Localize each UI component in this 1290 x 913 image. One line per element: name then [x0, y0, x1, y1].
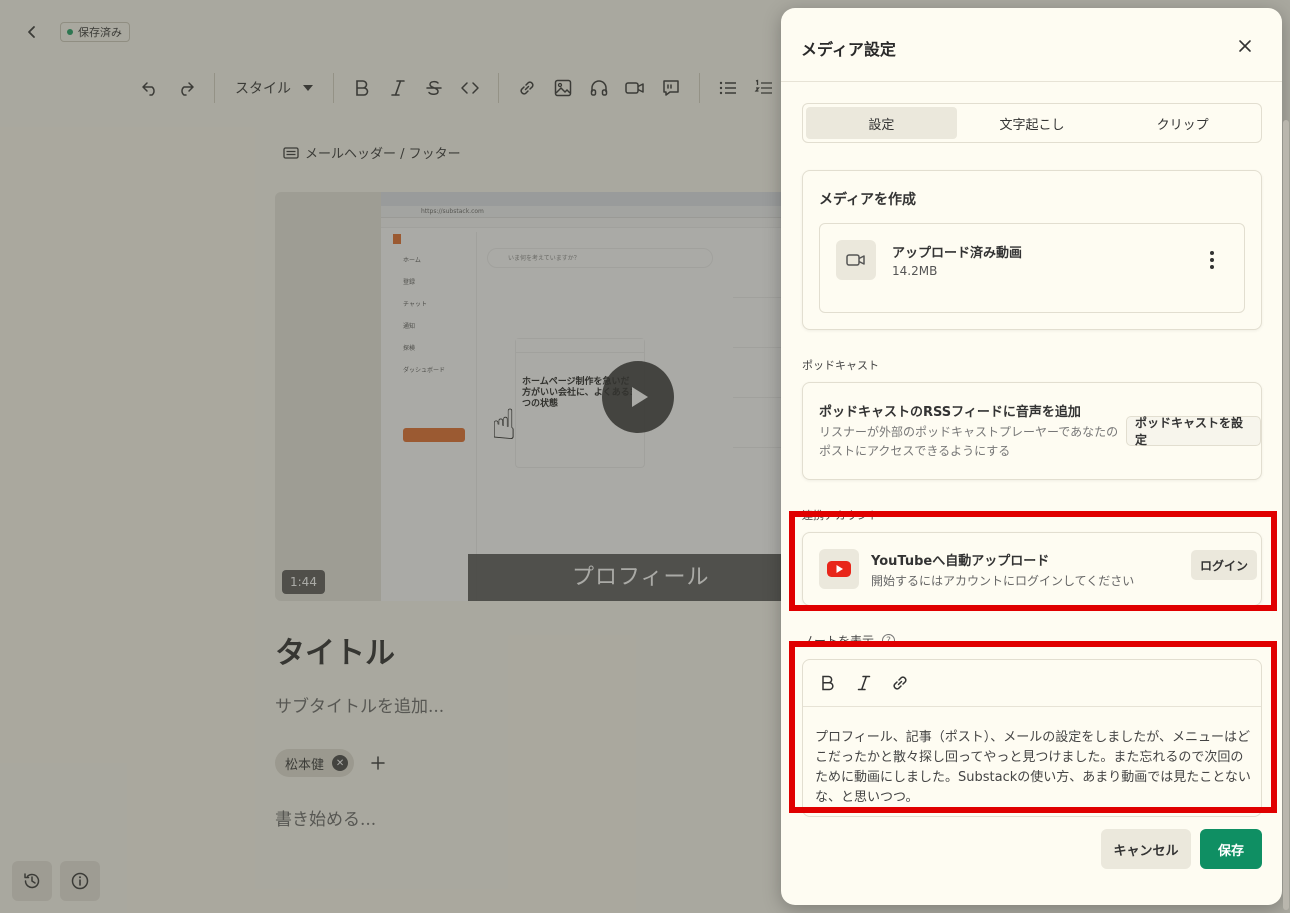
dialog-title: メディア設定 [801, 40, 896, 59]
save-button[interactable]: 保存 [1200, 829, 1262, 869]
cancel-button[interactable]: キャンセル [1101, 829, 1191, 869]
more-vertical-icon[interactable] [1202, 246, 1222, 274]
setup-podcast-button[interactable]: ポッドキャストを設定 [1126, 416, 1261, 447]
dialog-header: メディア設定 [781, 8, 1282, 82]
tab-clips[interactable]: クリップ [1107, 107, 1258, 139]
close-button[interactable] [1231, 32, 1259, 60]
file-size: 14.2MB [892, 264, 938, 278]
page-scrollbar[interactable] [1283, 120, 1289, 910]
podcast-card: ポッドキャストのRSSフィードに音声を追加 リスナーが外部のポッドキャストプレー… [802, 382, 1262, 480]
dialog-footer: キャンセル 保存 [781, 818, 1282, 905]
highlight-note-box [789, 641, 1277, 813]
media-tabs: 設定 文字起こし クリップ [802, 103, 1262, 143]
tab-transcript[interactable]: 文字起こし [957, 107, 1108, 139]
uploaded-file-item: アップロード済み動画 14.2MB [819, 223, 1245, 313]
close-icon [1239, 40, 1251, 52]
podcast-description: リスナーが外部のポッドキャストプレーヤーであなたのポストにアクセスできるようにす… [819, 425, 1119, 458]
tab-settings[interactable]: 設定 [806, 107, 957, 139]
create-media-card: メディアを作成 アップロード済み動画 14.2MB [802, 170, 1262, 330]
podcast-section-label: ポッドキャスト [802, 359, 879, 372]
file-name: アップロード済み動画 [892, 246, 1023, 261]
podcast-title: ポッドキャストのRSSフィードに音声を追加 [819, 405, 1081, 420]
create-media-heading: メディアを作成 [819, 192, 917, 208]
highlight-youtube-box [789, 511, 1277, 611]
video-camera-icon [836, 240, 876, 280]
